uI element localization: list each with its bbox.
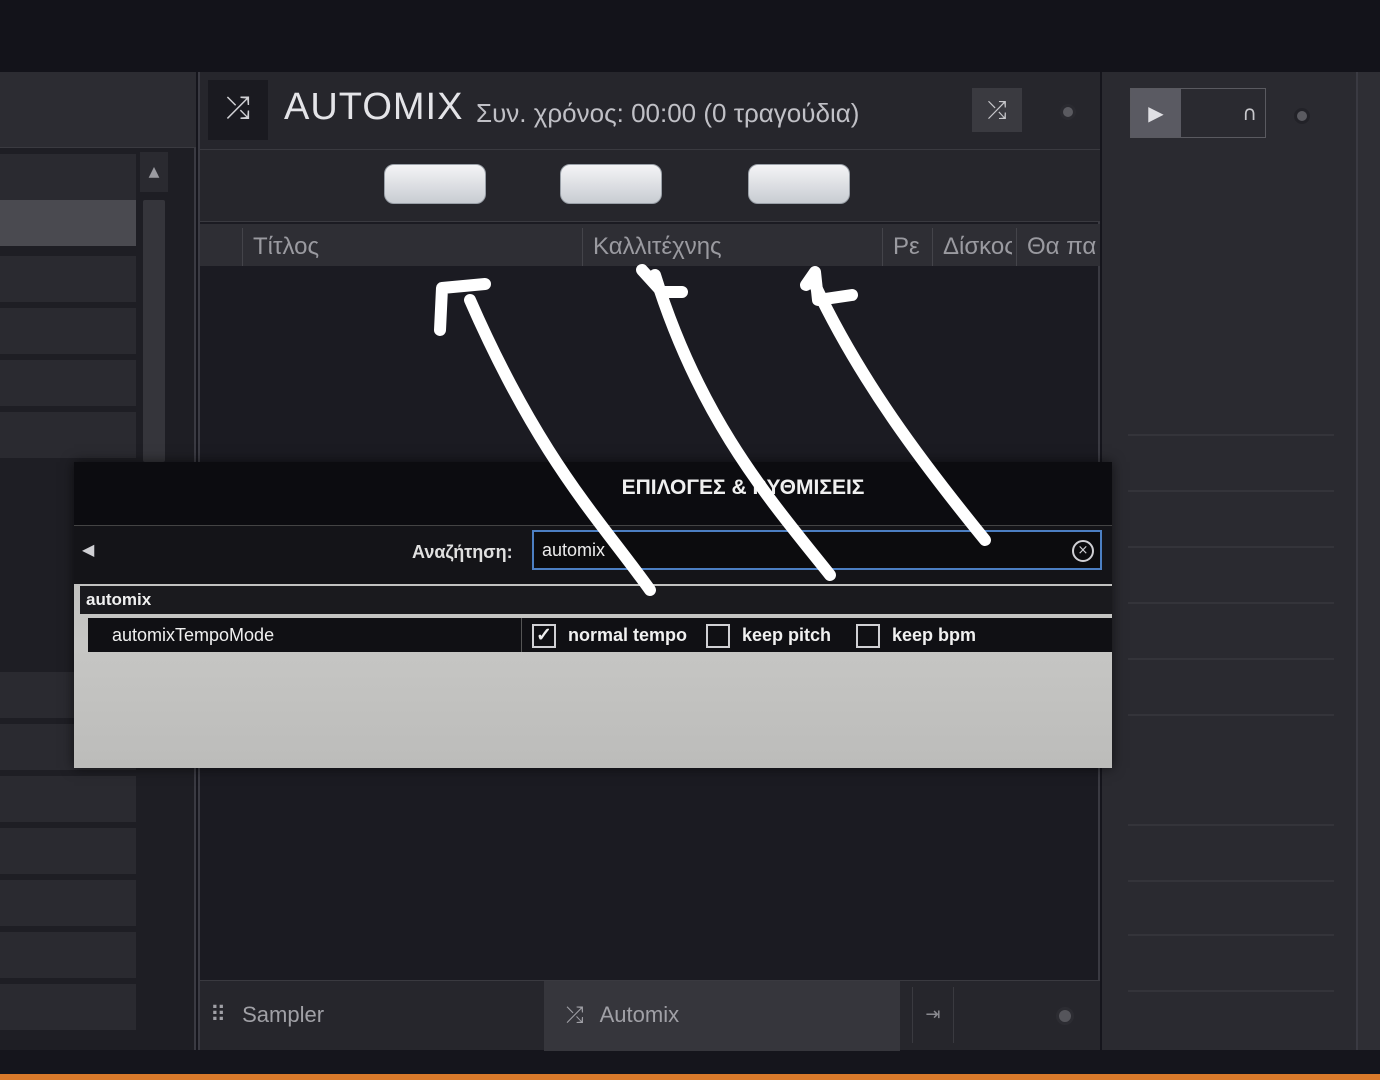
scroll-thumb[interactable] — [143, 200, 165, 462]
automix-title: AUTOMIX — [284, 86, 464, 128]
info-divider — [1128, 934, 1334, 936]
shuffle-icon: ⤮ — [566, 1002, 584, 1027]
list-item[interactable] — [0, 308, 136, 354]
option-keep-pitch[interactable]: keep pitch — [706, 622, 832, 649]
list-item[interactable] — [0, 412, 136, 458]
tab-automix-label: Automix — [599, 1002, 680, 1027]
bottom-options-button[interactable] — [1056, 1007, 1074, 1025]
list-item[interactable] — [0, 880, 136, 926]
column-album[interactable]: Δίσκος — [932, 228, 1012, 266]
clear-search-icon[interactable]: × — [1072, 540, 1094, 562]
grid-icon: ⠿ — [210, 1002, 227, 1027]
checkbox-checked[interactable]: ✓ — [532, 624, 556, 649]
column-rating[interactable]: Ρε — [882, 228, 928, 266]
automix-button-row — [200, 150, 1100, 222]
column-artist[interactable]: Καλλιτέχνης — [582, 228, 878, 266]
bottom-tab-bar: ⠿ Sampler ⤮ Automix ⇥ — [200, 980, 1100, 1051]
checkbox-unchecked[interactable] — [856, 624, 880, 649]
option-label: normal tempo — [568, 625, 688, 645]
info-divider — [1128, 714, 1334, 716]
list-item[interactable] — [0, 256, 136, 302]
top-bar — [0, 0, 1380, 72]
column-title[interactable]: Τίτλος — [242, 228, 580, 266]
side-expand-icon[interactable]: ⇥ — [912, 987, 954, 1043]
list-item[interactable] — [0, 154, 136, 200]
shuffle-icon: ⤮ — [208, 80, 268, 140]
option-normal-tempo[interactable]: ✓ normal tempo — [532, 622, 688, 649]
automix-action-button-3[interactable] — [748, 164, 850, 204]
info-divider — [1128, 434, 1334, 436]
left-panel-header — [0, 72, 196, 148]
shuffle-button[interactable]: ⤮ — [972, 88, 1022, 132]
search-label: Αναζήτηση: — [412, 542, 513, 562]
tab-sampler[interactable]: ⠿ Sampler — [210, 981, 410, 1051]
automix-total-time: Συν. χρόνος: 00:00 (0 τραγούδια) — [476, 98, 860, 128]
dialog-title-bar: ΕΠΙΛΟΓΕΣ & ΡΥΘΜΙΣΕΙΣ — [74, 462, 1112, 526]
dialog-search-bar: ◀ Αναζήτηση: × — [74, 526, 1112, 584]
settings-group-header: automix — [80, 586, 1112, 614]
info-divider — [1128, 658, 1334, 660]
preview-player: ▶ ∩ — [1130, 88, 1266, 138]
list-item[interactable] — [0, 776, 136, 822]
list-item[interactable] — [0, 360, 136, 406]
info-divider — [1128, 824, 1334, 826]
back-arrow-icon[interactable]: ◀ — [82, 540, 94, 559]
automix-header: ⤮ AUTOMIX Συν. χρόνος: 00:00 (0 τραγούδι… — [200, 72, 1100, 150]
checkbox-unchecked[interactable] — [706, 624, 730, 649]
tab-sampler-label: Sampler — [242, 1002, 325, 1027]
info-divider — [1128, 546, 1334, 548]
setting-name: automixTempoMode — [88, 618, 522, 652]
right-scrollbar[interactable] — [1358, 72, 1380, 1050]
list-item[interactable] — [0, 932, 136, 978]
dialog-title: ΕΠΙΛΟΓΕΣ & ΡΥΘΜΙΣΕΙΣ — [621, 476, 865, 499]
settings-row: automixTempoMode ✓ normal tempo keep pitc… — [88, 618, 1112, 652]
search-input[interactable] — [532, 530, 1102, 570]
option-label: keep pitch — [742, 625, 832, 645]
bottom-strip — [0, 1074, 1380, 1080]
automix-column-header: Τίτλος Καλλιτέχνης Ρε Δίσκος Θα παί — [200, 224, 1100, 266]
info-options-button[interactable] — [1294, 108, 1310, 124]
option-keep-bpm[interactable]: keep bpm — [856, 622, 977, 649]
tab-automix[interactable]: ⤮ Automix — [544, 981, 900, 1051]
panel-options-button[interactable] — [1060, 104, 1076, 120]
info-divider — [1128, 880, 1334, 882]
info-divider — [1128, 602, 1334, 604]
column-will-play[interactable]: Θα παί — [1016, 228, 1096, 266]
play-icon[interactable]: ▶ — [1131, 89, 1181, 137]
right-info-panel: ▶ ∩ — [1102, 72, 1358, 1050]
automix-action-button-2[interactable] — [560, 164, 662, 204]
settings-dialog: ΕΠΙΛΟΓΕΣ & ΡΥΘΜΙΣΕΙΣ ◀ Αναζήτηση: × auto… — [74, 462, 1112, 768]
shuffle-icon: ⤮ — [987, 96, 1007, 124]
info-divider — [1128, 990, 1334, 992]
list-item[interactable] — [0, 984, 136, 1030]
automix-action-button-1[interactable] — [384, 164, 486, 204]
headphones-icon[interactable]: ∩ — [1242, 89, 1257, 137]
list-item[interactable] — [0, 828, 136, 874]
option-label: keep bpm — [892, 625, 977, 645]
list-item-selected[interactable] — [0, 200, 136, 246]
scroll-up-icon[interactable]: ▲ — [140, 152, 168, 192]
